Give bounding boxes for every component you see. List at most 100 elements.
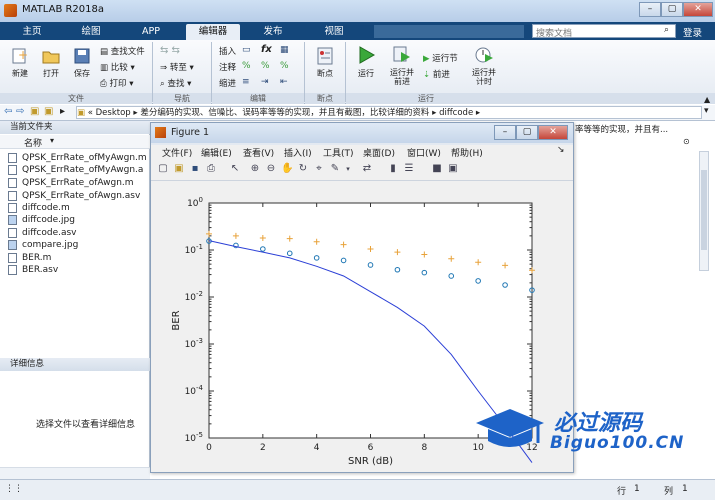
wrap-comment-icon[interactable]: % [280,61,289,71]
file-item[interactable]: QPSK_ErrRate_ofAwgn.asv [8,190,140,202]
path-segment-diffcode[interactable]: diffcode [439,108,473,118]
menu-desktop[interactable]: 桌面(D) [363,146,395,159]
zoom-in-icon[interactable]: ⊕ [249,163,261,175]
open-file-icon[interactable]: ▣ [173,163,185,175]
file-item[interactable]: QPSK_ErrRate_ofMyAwgn.m [8,152,147,164]
tab-publish[interactable]: 发布 [250,24,296,40]
close-button[interactable]: ✕ [683,2,713,17]
figure-minimize-button[interactable]: – [494,125,516,140]
edit-plot-arrow-icon[interactable]: ↖ [229,163,241,175]
comment-button[interactable]: 注释 [219,61,236,73]
find-files-button[interactable]: ▤ 查找文件 [100,45,145,57]
panel-actions-icon[interactable]: ⊙ [683,137,690,146]
save-button-label[interactable]: 保存 [68,68,96,79]
new-figure-icon[interactable]: ▢ [157,163,169,175]
zoom-out-icon[interactable]: ⊖ [265,163,277,175]
column-name-label[interactable]: 名称 [24,136,42,149]
nav-back-forward-icon[interactable]: ⇆ ⇆ [160,45,180,56]
collapse-ribbon-icon[interactable]: ▲ [704,95,710,104]
path-segment-desktop[interactable]: Desktop [96,108,131,118]
figure-maximize-button[interactable]: ▢ [516,125,538,140]
brush-icon[interactable]: ✎ [329,163,341,175]
file-item[interactable]: QPSK_ErrRate_ofAwgn.m [8,177,134,189]
insert-icon[interactable]: ▭ [242,45,251,55]
new-icon[interactable]: + [10,46,30,66]
indent-button[interactable]: 缩进 [219,77,236,89]
run-section-button[interactable]: ▶ 运行节 [423,52,458,64]
tab-editor[interactable]: 编辑器 [186,24,240,40]
back-arrow-icon[interactable]: ⇦ [4,106,12,117]
menu-tools[interactable]: 工具(T) [323,146,354,159]
search-icon[interactable]: ⌕ [664,25,669,35]
horizontal-scrollbar[interactable] [0,467,150,479]
file-item[interactable]: QPSK_ErrRate_ofMyAwgn.a [8,164,143,176]
brush-dropdown-icon[interactable]: ▾ [342,163,354,175]
menu-edit[interactable]: 编辑(E) [201,146,232,159]
file-item[interactable]: diffcode.asv [8,227,77,239]
run-and-advance-label[interactable]: 运行并 前进 [384,68,420,86]
save-icon[interactable] [72,46,92,66]
compare-button[interactable]: ▥ 比较 ▾ [100,61,135,73]
up-folder-icon[interactable]: ▣ [30,106,39,117]
path-prefix[interactable]: « [88,108,93,118]
tab-apps[interactable]: APP [126,24,176,40]
run-icon[interactable] [356,45,376,65]
fx-button[interactable]: fx [261,44,272,55]
menu-insert[interactable]: 插入(I) [284,146,312,159]
maximize-button[interactable]: ▢ [661,2,683,17]
path-history-dropdown-icon[interactable]: ▾ [704,106,709,116]
insert-button[interactable]: 插入 [219,45,236,57]
run-label[interactable]: 运行 [350,68,382,79]
breakpoints-label[interactable]: 断点 [308,68,342,79]
path-segment-folder[interactable]: 差分编码的实现、信噪比、误码率等等的实现，并且有截图，比较详细的资料 [140,108,429,118]
new-button-label[interactable]: 新建 [6,68,34,79]
menu-view[interactable]: 查看(V) [243,146,274,159]
path-field[interactable]: ▣ « Desktop ▸ 差分编码的实现、信噪比、误码率等等的实现，并且有截图… [76,106,702,119]
file-item[interactable]: diffcode.m [8,202,70,214]
breakpoints-icon[interactable] [315,46,335,66]
file-item[interactable]: BER.asv [8,264,58,276]
login-link[interactable]: 登录 [683,25,702,39]
pan-hand-icon[interactable]: ✋ [281,163,293,175]
hide-plot-tools-icon[interactable]: ■ [431,163,443,175]
advance-button[interactable]: ⇣ 前进 [423,68,450,80]
comment-icon[interactable]: % [242,61,251,71]
vertical-scrollbar[interactable] [699,151,709,271]
quick-access-toolbar[interactable] [374,25,524,38]
find-button[interactable]: ⌕ 查找 ▾ [160,77,191,89]
run-and-time-label[interactable]: 运行并 计时 [466,68,502,86]
run-and-advance-icon[interactable] [392,45,412,65]
insert-legend-icon[interactable]: ☰ [403,163,415,175]
minimize-button[interactable]: – [639,2,661,17]
data-cursor-icon[interactable]: ⌖ [313,163,325,175]
tab-view[interactable]: 视图 [306,24,362,40]
figure-close-button[interactable]: ✕ [538,125,568,140]
print-button[interactable]: ⎙ 打印 ▾ [100,77,134,89]
menu-dock-icon[interactable]: ↘ [557,145,565,155]
show-plot-tools-icon[interactable]: ▣ [447,163,459,175]
tab-plots[interactable]: 绘图 [66,24,116,40]
path-dropdown-icon[interactable]: ▸ [60,106,65,117]
save-figure-icon[interactable]: ▪ [189,163,201,175]
goto-button[interactable]: ⇒ 转至 ▾ [160,61,194,73]
uncomment-icon[interactable]: % [261,61,270,71]
menu-window[interactable]: 窗口(W) [407,146,441,159]
increase-indent-icon[interactable]: ⇥ [261,77,269,87]
sort-arrow-icon[interactable]: ▾ [50,136,54,145]
scrollbar-thumb[interactable] [701,170,707,250]
file-item[interactable]: BER.m [8,252,51,264]
run-and-time-icon[interactable] [474,45,494,65]
print-figure-icon[interactable]: ⎙ [205,163,217,175]
decrease-indent-icon[interactable]: ⇤ [280,77,288,87]
menu-help[interactable]: 帮助(H) [451,146,483,159]
insert-colorbar-icon[interactable]: ▮ [387,163,399,175]
browse-folder-icon[interactable]: ▣ [44,106,53,117]
search-documentation-input[interactable]: 搜索文档 ⌕ [532,24,676,39]
tab-home[interactable]: 主页 [8,24,56,40]
column-header[interactable]: 名称 ▾ [0,135,150,149]
rotate-3d-icon[interactable]: ↻ [297,163,309,175]
open-folder-icon[interactable] [41,46,61,66]
file-item[interactable]: diffcode.jpg [8,214,75,226]
insert-section-icon[interactable]: ▦ [280,45,289,55]
open-button-label[interactable]: 打开 [37,68,65,79]
